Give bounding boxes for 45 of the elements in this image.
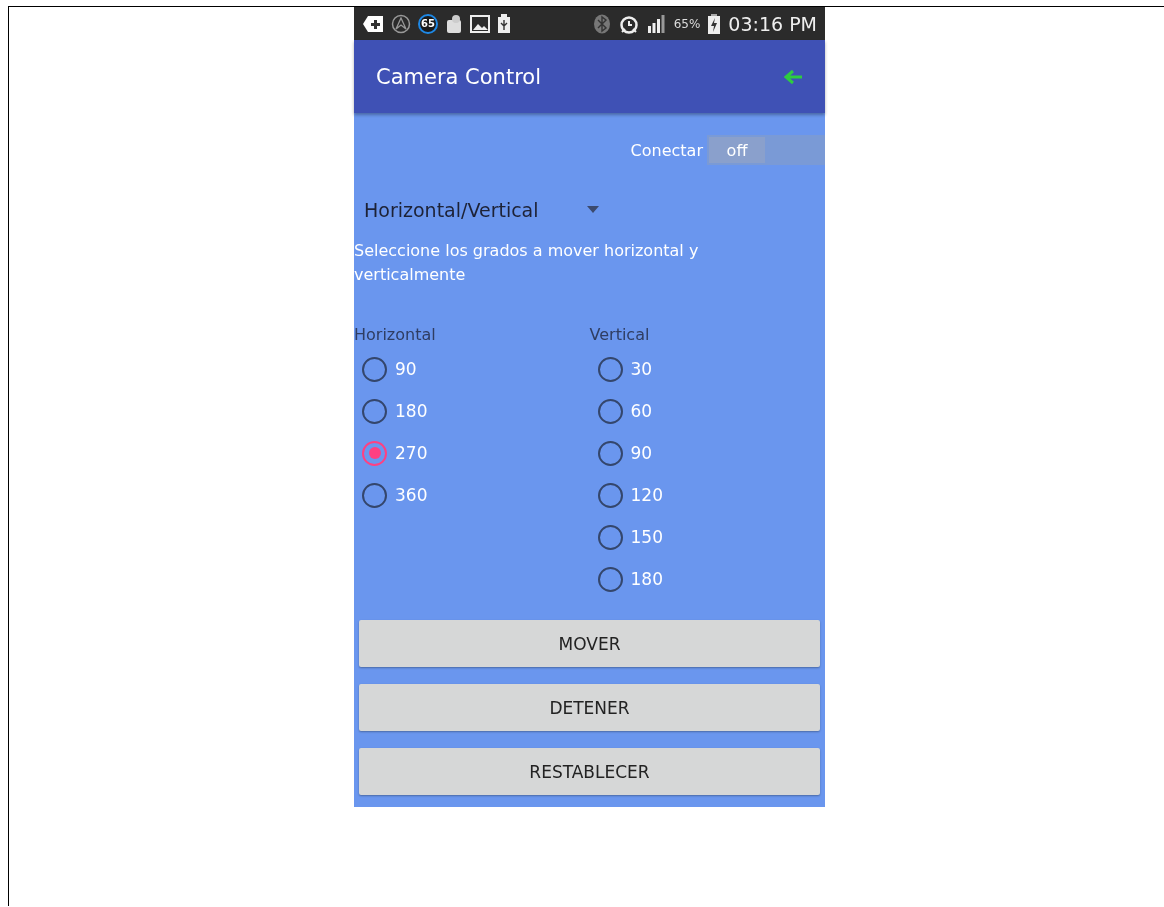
radio-icon[interactable] (362, 482, 387, 508)
radio-option[interactable]: 270 (354, 432, 428, 474)
radio-option[interactable]: 120 (589, 474, 663, 516)
group-title: Horizontal (354, 325, 437, 344)
radio-option[interactable]: 180 (354, 390, 428, 432)
battery-icon (707, 13, 722, 34)
radio-option[interactable]: 150 (589, 516, 663, 558)
radio-option[interactable]: 90 (589, 432, 653, 474)
radio-option[interactable]: 60 (589, 390, 653, 432)
radio-icon[interactable] (597, 398, 623, 424)
alarm-icon (617, 13, 640, 34)
switch-thumb[interactable]: off (709, 137, 765, 163)
radio-icon[interactable] (362, 440, 387, 466)
plus-icon (362, 14, 384, 33)
notification-badge: 65 (418, 13, 438, 34)
dropdown-caret-icon (586, 206, 599, 214)
action-button[interactable]: DETENER (359, 684, 820, 731)
connect-label: Conectar (630, 140, 703, 160)
signal-icon (646, 13, 667, 34)
radio-option[interactable]: 90 (354, 348, 417, 390)
usb-icon (497, 13, 511, 34)
image-icon (470, 14, 490, 33)
radio-icon[interactable] (597, 566, 623, 592)
battery-percent: 65% (673, 16, 701, 31)
radio-option[interactable]: 30 (589, 348, 653, 390)
action-button[interactable]: RESTABLECER (359, 748, 820, 795)
radio-icon[interactable] (597, 524, 623, 550)
back-arrow-icon[interactable] (783, 68, 803, 85)
navigation-icon (391, 13, 411, 34)
radio-icon[interactable] (362, 356, 387, 382)
radio-icon[interactable] (597, 440, 623, 466)
bluetooth-icon (592, 13, 611, 34)
radio-icon[interactable] (597, 356, 623, 382)
radio-icon[interactable] (597, 482, 623, 508)
radio-option[interactable]: 180 (589, 558, 663, 600)
action-button[interactable]: MOVER (359, 620, 820, 667)
radio-option[interactable]: 360 (354, 474, 428, 516)
radio-icon[interactable] (362, 398, 387, 424)
mode-dropdown[interactable]: Horizontal/Vertical (364, 199, 599, 221)
status-time: 03:16 PM (728, 12, 817, 35)
connect-switch[interactable]: off (707, 135, 825, 165)
app-icon (445, 13, 463, 34)
instructions-text: Seleccione los grados a mover horizontal y verticalmente (354, 240, 700, 286)
group-title: Vertical (589, 325, 651, 344)
app-title: Camera Control (376, 64, 541, 89)
